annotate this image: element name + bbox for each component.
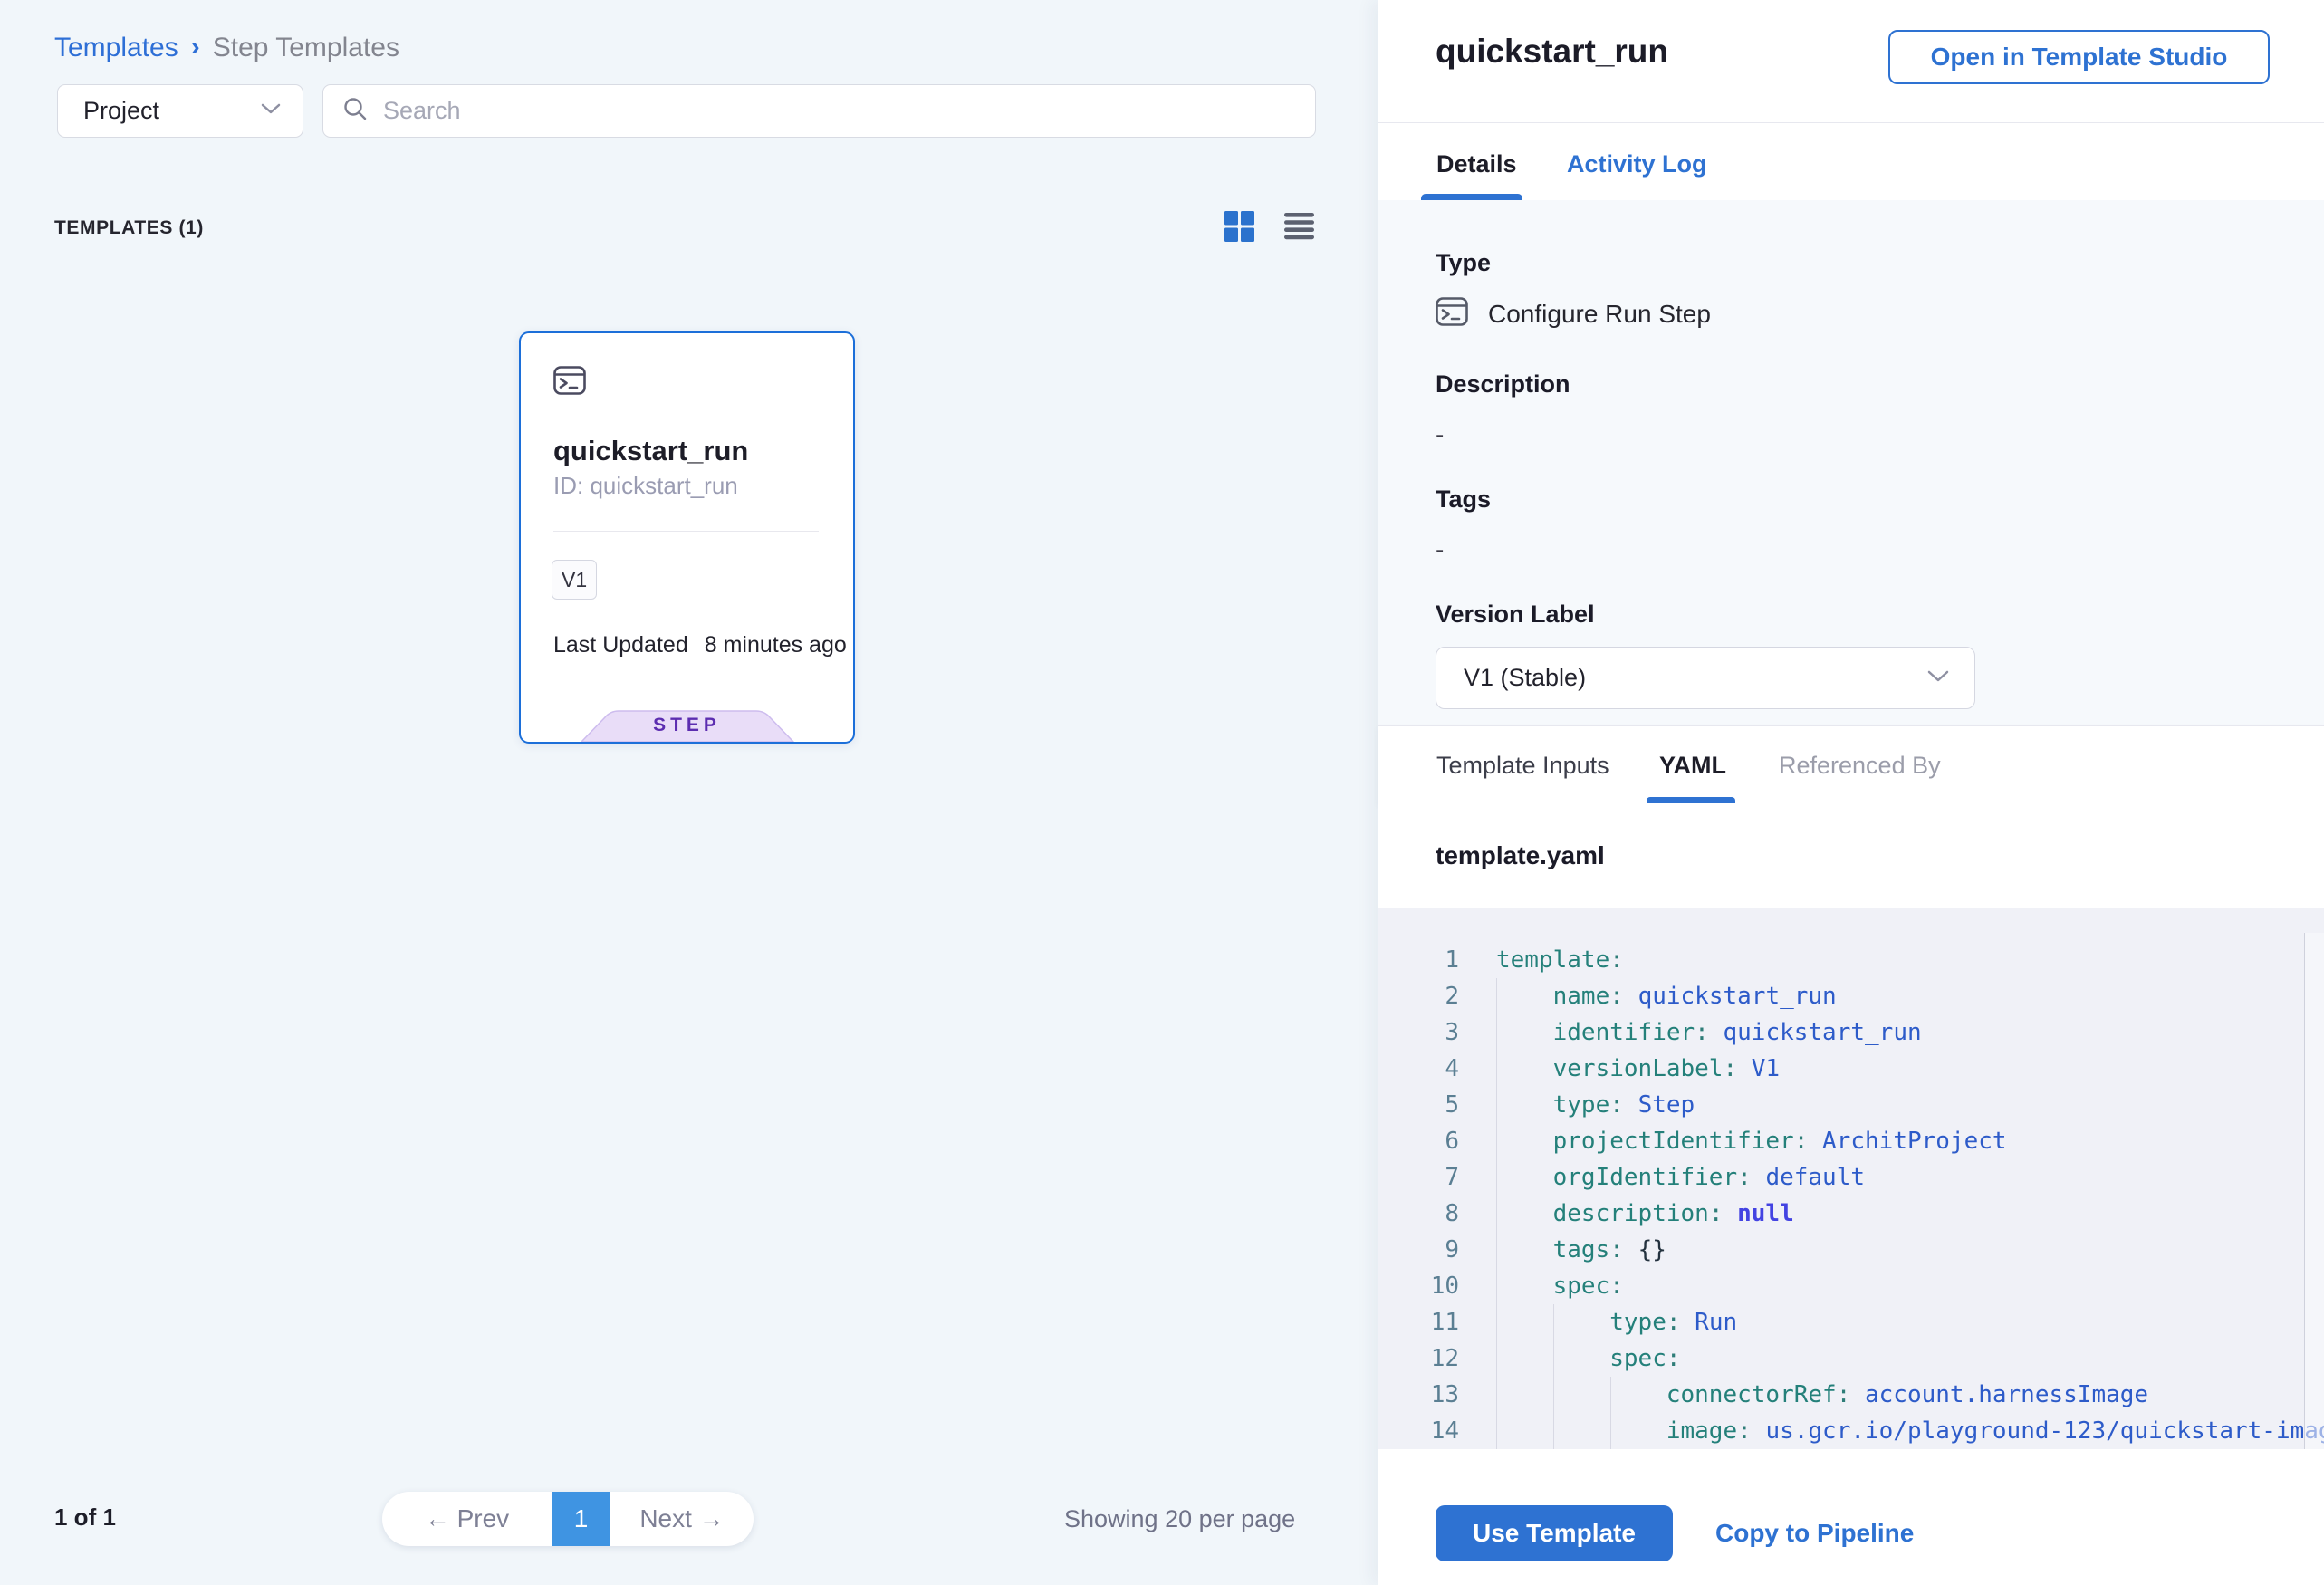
code-line: 9 tags: {}: [1378, 1232, 2324, 1268]
code-line: 3 identifier: quickstart_run: [1378, 1014, 2324, 1051]
scope-select[interactable]: Project: [57, 84, 303, 138]
code-line: 2 name: quickstart_run: [1378, 978, 2324, 1014]
last-updated-value: 8 minutes ago: [705, 632, 847, 658]
step-type-badge: STEP: [581, 710, 794, 742]
code-line: 11 type: Run: [1378, 1304, 2324, 1340]
prev-page-button[interactable]: ← Prev: [382, 1492, 552, 1546]
code-line: 12 spec:: [1378, 1340, 2324, 1377]
chevron-down-icon: [1927, 669, 1949, 687]
code-line: 14 image: us.gcr.io/playground-123/quick…: [1378, 1413, 2324, 1449]
code-line: 7 orgIdentifier: default: [1378, 1159, 2324, 1196]
tags-label: Tags: [1436, 485, 2267, 514]
grid-view-icon[interactable]: [1224, 210, 1254, 243]
type-label: Type: [1436, 249, 2267, 277]
code-line: 4 versionLabel: V1: [1378, 1051, 2324, 1087]
templates-count-label: TEMPLATES (1): [54, 217, 204, 239]
details-section: Type Configure Run Step Description - Ta…: [1378, 200, 2324, 725]
step-badge-label: STEP: [581, 715, 794, 736]
last-updated-row: Last Updated 8 minutes ago: [553, 632, 847, 658]
view-toggle: [1224, 210, 1314, 243]
tab-details[interactable]: Details: [1436, 150, 1517, 178]
tab-activity-log[interactable]: Activity Log: [1567, 150, 1707, 178]
search-input[interactable]: [383, 97, 1297, 125]
editor-scrollbar-divider[interactable]: [2304, 933, 2305, 1449]
search-icon: [341, 95, 369, 127]
page-count: 1 of 1: [54, 1503, 116, 1532]
scope-select-value: Project: [83, 97, 159, 125]
details-footer: Use Template Copy to Pipeline: [1378, 1449, 2324, 1585]
breadcrumb-current: Step Templates: [213, 33, 399, 63]
editor-scrollbar-track: [2305, 933, 2324, 1449]
code-line: 1template:: [1378, 942, 2324, 978]
card-id: ID: quickstart_run: [553, 472, 738, 500]
last-updated-label: Last Updated: [553, 632, 688, 658]
copy-to-pipeline-button[interactable]: Copy to Pipeline: [1715, 1519, 1914, 1548]
description-label: Description: [1436, 370, 2267, 399]
description-value: -: [1436, 420, 2267, 449]
filter-bar: Project: [0, 84, 1378, 139]
template-list-panel: Templates › Step Templates Project TEMPL…: [0, 0, 1378, 1585]
code-line: 10 spec:: [1378, 1268, 2324, 1304]
tags-value: -: [1436, 535, 2267, 564]
yaml-file-row: template.yaml: [1378, 803, 2324, 908]
active-subtab-indicator: [1647, 797, 1735, 803]
terminal-icon: [1436, 297, 1468, 331]
yaml-file-name: template.yaml: [1436, 841, 1605, 870]
next-page-button[interactable]: Next →: [610, 1492, 754, 1546]
code-line: 6 projectIdentifier: ArchitProject: [1378, 1123, 2324, 1159]
list-view-icon[interactable]: [1283, 210, 1314, 243]
templates-page: Templates › Step Templates Project TEMPL…: [0, 0, 2324, 1585]
use-template-button[interactable]: Use Template: [1436, 1505, 1673, 1561]
list-header: TEMPLATES (1): [0, 207, 1378, 252]
breadcrumb-templates-link[interactable]: Templates: [54, 33, 178, 63]
pagination: ← Prev 1 Next →: [382, 1492, 754, 1546]
template-card[interactable]: quickstart_run ID: quickstart_run V1 Las…: [519, 331, 855, 744]
code-line: 13 connectorRef: account.harnessImage: [1378, 1377, 2324, 1413]
detail-tabs: Details Activity Log: [1378, 123, 2324, 200]
type-value-row: Configure Run Step: [1436, 297, 2267, 331]
breadcrumb: Templates › Step Templates: [54, 33, 399, 63]
tab-yaml[interactable]: YAML: [1659, 752, 1726, 780]
card-title: quickstart_run: [553, 435, 748, 467]
per-page-label: Showing 20 per page: [1064, 1505, 1295, 1533]
version-select[interactable]: V1 (Stable): [1436, 647, 1975, 709]
version-badge: V1: [552, 560, 597, 600]
search-box: [322, 84, 1316, 138]
template-details-panel: quickstart_run Open in Template Studio D…: [1378, 0, 2324, 1585]
tab-template-inputs[interactable]: Template Inputs: [1436, 752, 1609, 780]
chevron-down-icon: [261, 102, 281, 120]
yaml-lines: 1template:2 name: quickstart_run3 identi…: [1378, 942, 2324, 1449]
version-label: Version Label: [1436, 600, 2267, 629]
page-1-button[interactable]: 1: [552, 1492, 610, 1546]
panel-title: quickstart_run: [1436, 33, 1668, 71]
breadcrumb-chevron-icon: ›: [191, 32, 200, 62]
code-line: 5 type: Step: [1378, 1087, 2324, 1123]
tab-referenced-by[interactable]: Referenced By: [1779, 752, 1941, 780]
yaml-editor[interactable]: 1template:2 name: quickstart_run3 identi…: [1378, 908, 2324, 1449]
terminal-icon: [553, 366, 586, 399]
open-in-template-studio-button[interactable]: Open in Template Studio: [1888, 30, 2270, 84]
type-value: Configure Run Step: [1488, 300, 1711, 329]
code-line: 8 description: null: [1378, 1196, 2324, 1232]
card-divider: [553, 531, 819, 532]
version-select-value: V1 (Stable): [1464, 664, 1586, 692]
yaml-sub-tabs: Template Inputs YAML Referenced By: [1378, 725, 2324, 803]
